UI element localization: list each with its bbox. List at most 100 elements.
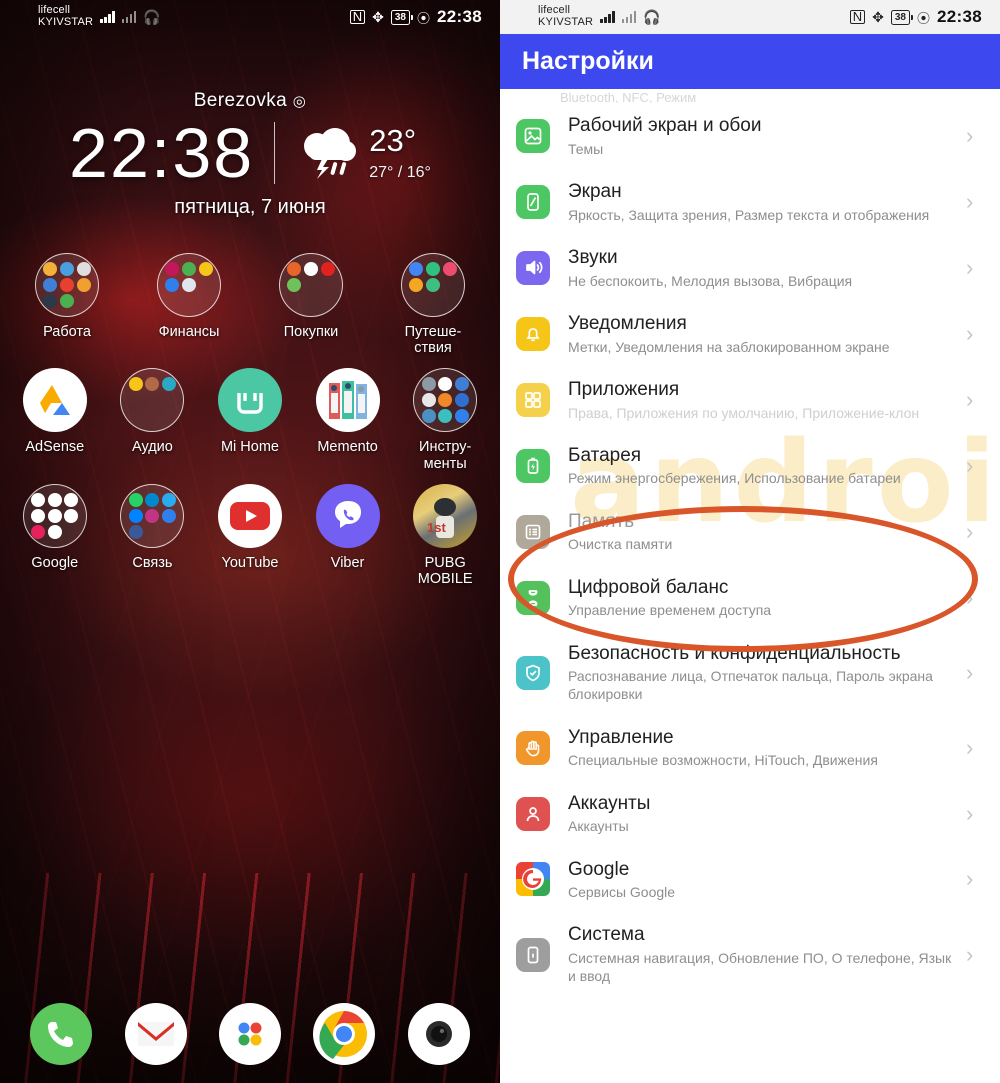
headphones-icon: 🎧: [143, 8, 161, 25]
phone-icon[interactable]: [30, 1003, 93, 1065]
app-label: Google: [31, 554, 79, 571]
settings-item-security[interactable]: Безопасность и конфиденциальность Распоз…: [500, 631, 1000, 715]
home-status-bar: lifecell KYIVSTAR 🎧 N ✥ 38 ⦿ 22:38: [0, 0, 500, 34]
chevron-right-icon: ›: [966, 254, 974, 280]
headphones-icon: 🎧: [643, 8, 661, 25]
signal-bars-secondary-icon: [621, 11, 637, 23]
settings-list: Рабочий экран и обои Темы › Экран Яркост…: [500, 103, 1000, 997]
carrier-names: lifecell KYIVSTAR: [38, 5, 93, 28]
folder-instrumenty[interactable]: Инстру-менты: [399, 368, 491, 472]
item-subtitle: Права, Приложения по умолчанию, Приложен…: [568, 404, 920, 421]
widget-divider: [274, 122, 276, 184]
item-subtitle: Распознавание лица, Отпечаток пальца, Па…: [568, 668, 933, 703]
camera-icon[interactable]: [407, 1003, 470, 1065]
settings-item-accounts[interactable]: Аккаунты Аккаунты ›: [500, 781, 1000, 847]
item-subtitle: Темы: [568, 140, 604, 157]
clock-weather-widget[interactable]: Berezovka ◎ 22:38 23° 27° / 16° пятница,…: [0, 90, 500, 219]
hourglass-icon: [516, 580, 550, 615]
app-youtube[interactable]: YouTube: [204, 483, 296, 587]
chevron-right-icon: ›: [966, 659, 974, 685]
settings-item-apps[interactable]: Приложения Права, Приложения по умолчани…: [500, 367, 1000, 433]
item-title: Цифровой баланс: [568, 576, 729, 598]
folder-pokupki[interactable]: Покупки: [265, 253, 357, 356]
chrome-icon[interactable]: [313, 1003, 376, 1065]
item-title: Управление: [568, 726, 674, 748]
item-subtitle: Не беспокоить, Мелодия вызова, Вибрация: [568, 272, 853, 289]
settings-item-display[interactable]: Экран Яркость, Защита зрения, Размер тек…: [500, 169, 1000, 235]
battery-icon: 38: [890, 9, 913, 25]
chevron-right-icon: ›: [966, 866, 974, 892]
app-viber[interactable]: Viber: [302, 483, 394, 587]
item-title: Аккаунты: [568, 792, 651, 814]
youtube-icon: [217, 483, 282, 548]
folder-preview: [120, 483, 185, 548]
status-bar-clock: 22:38: [937, 7, 982, 26]
chevron-right-icon: ›: [966, 386, 974, 412]
settings-header: Настройки: [500, 34, 1000, 89]
folder-preview: [22, 483, 87, 548]
chevron-right-icon: ›: [966, 584, 974, 610]
current-temperature: 23°: [369, 122, 417, 158]
mi-home-icon: [217, 368, 282, 433]
settings-item-digital-balance[interactable]: Цифровой баланс Управление временем дост…: [500, 565, 1000, 631]
folder-audio[interactable]: Аудио: [106, 368, 198, 471]
app-memento[interactable]: Memento: [302, 368, 394, 471]
settings-item-sounds[interactable]: Звуки Не беспокоить, Мелодия вызова, Виб…: [500, 235, 1000, 301]
settings-screen: lifecell KYIVSTAR 🎧 N ✥ 38 ⦿ 22:38 Настр…: [500, 0, 1000, 1083]
folder-preview: [279, 253, 343, 317]
carrier-2: KYIVSTAR: [38, 16, 94, 28]
widget-date: пятница, 7 июня: [174, 196, 326, 218]
app-adsense[interactable]: AdSense: [9, 368, 101, 471]
svg-text:1st: 1st: [427, 520, 446, 535]
settings-item-notifications[interactable]: Уведомления Метки, Уведомления на заблок…: [500, 301, 1000, 367]
app-label: AdSense: [25, 439, 85, 456]
app-row: Работа Финансы Покупки Путеше-ствия: [6, 253, 494, 356]
widget-clock: 22:38: [69, 114, 255, 192]
settings-item-google[interactable]: Google Сервисы Google ›: [500, 847, 1000, 913]
shield-check-icon: [516, 655, 550, 690]
wallpaper-icon: [516, 118, 550, 153]
apps-grid-icon: [516, 382, 550, 417]
item-title: Система: [568, 924, 645, 946]
item-title: Звуки: [568, 246, 618, 268]
app-drawer-icon[interactable]: [218, 1003, 281, 1065]
speaker-icon: [516, 250, 550, 285]
folder-finansy[interactable]: Финансы: [143, 253, 235, 356]
gmail-icon[interactable]: [124, 1003, 187, 1065]
folder-svyaz[interactable]: Связь: [106, 483, 198, 587]
thunderstorm-rain-icon: [304, 128, 357, 179]
folder-google[interactable]: Google: [9, 483, 101, 587]
app-mi-home[interactable]: Mi Home: [204, 368, 296, 471]
app-label: Аудио: [131, 439, 173, 456]
location-name: Berezovka: [193, 90, 288, 111]
settings-item-system[interactable]: Система Системная навигация, Обновление …: [500, 912, 1000, 996]
item-title: Батарея: [568, 444, 642, 466]
folder-rabota[interactable]: Работа: [21, 253, 113, 356]
cut-off-row-label: Bluetooth, NFC, Режим: [560, 90, 697, 103]
item-subtitle: Специальные возможности, HiTouch, Движен…: [568, 752, 878, 769]
location-pin-icon: ◎: [292, 93, 307, 110]
home-screen: lifecell KYIVSTAR 🎧 N ✥ 38 ⦿ 22:38 Berez…: [0, 0, 500, 1083]
app-label: Путеше-ствия: [404, 324, 462, 357]
settings-item-wallpaper[interactable]: Рабочий экран и обои Темы ›: [500, 103, 1000, 169]
person-icon: [516, 796, 550, 831]
adsense-icon: [22, 368, 87, 433]
app-pubg-mobile[interactable]: 1st PUBG MOBILE: [399, 483, 491, 587]
settings-item-battery[interactable]: Батарея Режим энергосбережения, Использо…: [500, 433, 1000, 499]
google-icon: [516, 862, 550, 897]
settings-item-storage[interactable]: Память Очистка памяти ›: [500, 499, 1000, 565]
display-icon: [516, 184, 550, 219]
nfc-icon: N: [349, 10, 366, 24]
app-label: Memento: [317, 439, 378, 456]
settings-item-management[interactable]: Управление Специальные возможности, HiTo…: [500, 715, 1000, 781]
folder-preview: [35, 253, 99, 317]
pubg-icon: 1st: [413, 483, 478, 548]
folder-puteshestviya[interactable]: Путеше-ствия: [387, 253, 479, 356]
folder-preview: [401, 253, 465, 317]
folder-preview: [413, 368, 478, 433]
cut-off-row: Bluetooth, NFC, Режим: [500, 89, 1000, 103]
widget-location-row[interactable]: Berezovka ◎: [0, 90, 500, 112]
eco-mode-icon: ⦿: [417, 10, 431, 26]
item-title: Приложения: [568, 378, 680, 400]
signal-bars-secondary-icon: [121, 11, 137, 23]
